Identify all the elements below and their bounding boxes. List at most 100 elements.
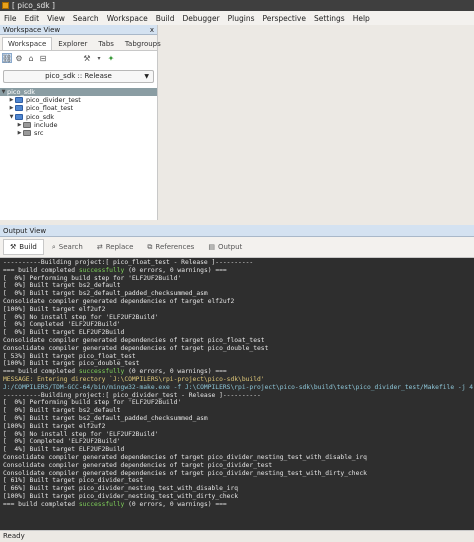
tab-label: Output bbox=[217, 243, 243, 251]
chevron-down-icon[interactable]: ▼ bbox=[0, 88, 7, 96]
console-line: === build completed successfully (0 erro… bbox=[3, 266, 227, 274]
chevron-right-icon[interactable]: ▶ bbox=[16, 121, 23, 129]
menu-item-view[interactable]: View bbox=[47, 14, 65, 23]
console-line: Consolidate compiler generated dependenc… bbox=[3, 297, 235, 305]
tree-item-label: src bbox=[34, 129, 44, 138]
console-line: [ 0%] Performing build step for 'ELF2UF2… bbox=[3, 399, 182, 407]
output-icon: ▤ bbox=[208, 243, 215, 251]
console-line: MESSAGE: Entering directory `J:\COMPILER… bbox=[3, 375, 265, 383]
collapse-icon[interactable]: ⊟ bbox=[38, 53, 48, 63]
chevron-right-icon[interactable]: ▶ bbox=[16, 129, 23, 137]
folder-icon bbox=[23, 121, 31, 128]
folder-icon bbox=[15, 105, 23, 112]
build-icon[interactable]: ⚒ bbox=[82, 53, 92, 63]
tab-workspace[interactable]: Workspace bbox=[2, 37, 53, 50]
folder-icon bbox=[15, 113, 23, 120]
tree-item-label: pico_sdk bbox=[26, 112, 55, 121]
output-view-panel: Output View ⚒ Build ⌕ Search ⇄ Replace ⧉ Refere… bbox=[0, 225, 474, 530]
window-titlebar: [ pico_sdk ] bbox=[0, 0, 474, 11]
output-view-header: Output View bbox=[0, 225, 474, 237]
tab-label: Search bbox=[58, 243, 83, 251]
console-line: [100%] Built target elf2uf2 bbox=[3, 305, 106, 313]
console-line: Consolidate compiler generated dependenc… bbox=[3, 461, 273, 469]
tree-item[interactable]: ▶ src bbox=[0, 129, 157, 137]
console-line: Consolidate compiler generated dependenc… bbox=[3, 453, 367, 461]
console-line: [ 66%] Built target pico_divider_nesting… bbox=[3, 485, 239, 493]
tree-item[interactable]: ▶ pico_float_test bbox=[0, 104, 157, 112]
chevron-down-icon[interactable]: ▼ bbox=[8, 113, 15, 121]
console-line: Consolidate compiler generated dependenc… bbox=[3, 469, 367, 477]
workspace-view-title: Workspace View bbox=[3, 26, 61, 34]
console-line: [ 0%] Performing build step for 'ELF2UF2… bbox=[3, 274, 182, 282]
workspace-view-header: Workspace View x bbox=[0, 25, 157, 35]
link-icon[interactable]: ⛓ bbox=[2, 53, 12, 63]
menu-item-help[interactable]: Help bbox=[353, 14, 370, 23]
menu-item-perspective[interactable]: Perspective bbox=[263, 14, 306, 23]
tree-item-label: pico_float_test bbox=[26, 104, 74, 113]
tree-item[interactable]: ▶ pico_divider_test bbox=[0, 96, 157, 104]
console-line: [ 53%] Built target pico_float_test bbox=[3, 352, 136, 360]
references-icon: ⧉ bbox=[147, 242, 153, 251]
menu-item-edit[interactable]: Edit bbox=[25, 14, 40, 23]
close-icon[interactable]: x bbox=[150, 25, 154, 35]
status-text: Ready bbox=[3, 532, 25, 540]
console-line: [100%] Built target pico_double_test bbox=[3, 360, 140, 368]
home-icon[interactable]: ⌂ bbox=[26, 53, 36, 63]
menu-item-workspace[interactable]: Workspace bbox=[107, 14, 148, 23]
tab-label: References bbox=[155, 243, 195, 251]
tree-item-label: include bbox=[34, 120, 58, 129]
tab-explorer[interactable]: Explorer bbox=[53, 38, 92, 50]
console-line: [ 0%] No install step for 'ELF2UF2Build' bbox=[3, 313, 159, 321]
tab-output[interactable]: ▤ Output bbox=[202, 240, 248, 254]
menu-item-debugger[interactable]: Debugger bbox=[183, 14, 220, 23]
menu-item-file[interactable]: File bbox=[4, 14, 17, 23]
console-line: [ 0%] Built target bs2_default_padded_ch… bbox=[3, 414, 208, 422]
app-icon bbox=[2, 2, 9, 9]
console-line: [ 61%] Built target pico_divider_test bbox=[3, 477, 144, 485]
menu-item-search[interactable]: Search bbox=[73, 14, 99, 23]
chevron-right-icon[interactable]: ▶ bbox=[8, 96, 15, 104]
tab-build[interactable]: ⚒ Build bbox=[3, 239, 44, 255]
menu-item-settings[interactable]: Settings bbox=[314, 14, 345, 23]
tab-search[interactable]: ⌕ Search bbox=[46, 240, 89, 255]
tree-item[interactable]: ▼ pico_sdk bbox=[0, 113, 157, 121]
console-line: === build completed successfully (0 erro… bbox=[3, 368, 227, 376]
workspace-tabs: Workspace Explorer Tabs Tabgroups bbox=[0, 35, 161, 51]
search-icon: ⌕ bbox=[51, 242, 56, 251]
tree-item[interactable]: ▶ include bbox=[0, 121, 157, 129]
pin-icon[interactable]: ✦ bbox=[106, 53, 116, 63]
hammer-icon: ⚒ bbox=[10, 243, 17, 251]
status-bar: Ready bbox=[0, 530, 474, 542]
workspace-toolbar: ⛓ ⚙ ⌂ ⊟ ⚒ ▾ ✦ bbox=[0, 51, 157, 65]
console-line: J:/COMPILERS/TDM-GCC-64/bin/mingw32-make… bbox=[3, 383, 474, 391]
console-line: [100%] Built target pico_divider_nesting… bbox=[3, 492, 239, 500]
tab-tabs[interactable]: Tabs bbox=[93, 38, 119, 50]
console-line: [ 0%] Built target bs2_default_padded_ch… bbox=[3, 290, 208, 298]
console-line: [ 0%] No install step for 'ELF2UF2Build' bbox=[3, 430, 159, 438]
console-line: === build completed successfully (0 erro… bbox=[3, 500, 227, 508]
arrow-down-icon[interactable]: ▾ bbox=[94, 53, 104, 63]
workspace-view-panel: Workspace View x Workspace Explorer Tabs Ta… bbox=[0, 25, 161, 220]
build-console[interactable]: ----------Building project:[ pico_float_… bbox=[0, 258, 474, 530]
console-line: Consolidate compiler generated dependenc… bbox=[3, 336, 265, 344]
console-line: [ 0%] Completed 'ELF2UF2Build' bbox=[3, 321, 121, 329]
menu-bar: File Edit View Search Workspace Build Debugger… bbox=[0, 11, 474, 25]
console-line: [ 0%] Completed 'ELF2UF2Build' bbox=[3, 438, 121, 446]
build-config-select[interactable]: pico_sdk :: Release ▼ bbox=[3, 70, 154, 83]
console-line: Consolidate compiler generated dependenc… bbox=[3, 344, 269, 352]
menu-item-plugins[interactable]: Plugins bbox=[228, 14, 255, 23]
window-title: [ pico_sdk ] bbox=[12, 1, 55, 10]
tab-tabgroups[interactable]: Tabgroups bbox=[120, 38, 166, 50]
build-config-value: pico_sdk :: Release bbox=[45, 72, 112, 80]
tab-replace[interactable]: ⇄ Replace bbox=[91, 240, 140, 254]
output-view-title: Output View bbox=[3, 227, 47, 235]
tab-references[interactable]: ⧉ References bbox=[141, 240, 200, 255]
menu-item-build[interactable]: Build bbox=[156, 14, 175, 23]
chevron-down-icon: ▼ bbox=[144, 73, 149, 80]
console-line: [100%] Built target elf2uf2 bbox=[3, 422, 106, 430]
folder-icon bbox=[23, 130, 31, 137]
tree-item[interactable]: ▼ pico_sdk bbox=[0, 88, 157, 97]
console-line: [ 4%] Built target ELF2UF2Build bbox=[3, 446, 125, 454]
chevron-right-icon[interactable]: ▶ bbox=[8, 104, 15, 112]
settings-icon[interactable]: ⚙ bbox=[14, 53, 24, 63]
